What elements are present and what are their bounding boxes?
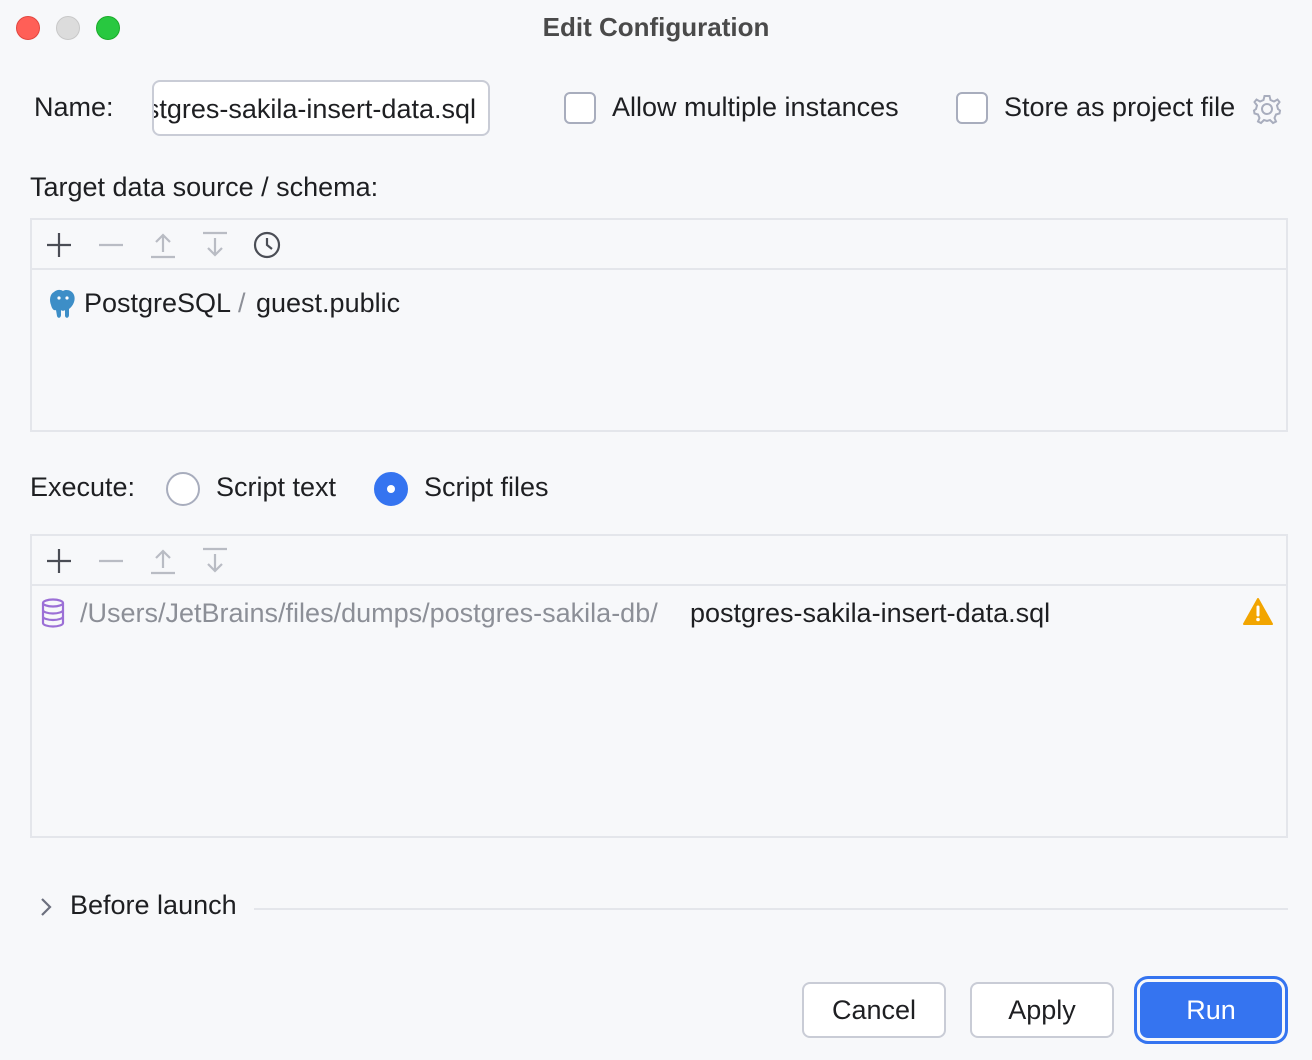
allow-multiple-instances-checkbox[interactable] bbox=[564, 92, 596, 124]
data-source-name: PostgreSQL bbox=[84, 288, 232, 318]
remove-icon[interactable] bbox=[94, 228, 128, 262]
list-item[interactable]: PostgreSQL / guest.public bbox=[32, 278, 1286, 330]
before-launch-toggle[interactable]: Before launch bbox=[70, 890, 237, 921]
move-up-icon[interactable] bbox=[146, 228, 180, 262]
store-as-project-file-checkbox[interactable] bbox=[956, 92, 988, 124]
postgresql-icon bbox=[48, 288, 78, 320]
store-as-project-file-label[interactable]: Store as project file bbox=[1004, 92, 1235, 123]
file-name: postgres-sakila-insert-data.sql bbox=[690, 598, 1051, 628]
list-item[interactable]: /Users/JetBrains/files/dumps/postgres-sa… bbox=[32, 588, 1286, 640]
target-toolbar bbox=[32, 220, 1286, 270]
file-directory: /Users/JetBrains/files/dumps/postgres-sa… bbox=[80, 598, 658, 628]
warning-icon[interactable] bbox=[1242, 596, 1274, 628]
remove-icon[interactable] bbox=[94, 544, 128, 578]
name-field[interactable] bbox=[152, 80, 490, 136]
database-icon bbox=[40, 598, 66, 628]
name-input[interactable] bbox=[154, 90, 476, 128]
edit-configuration-dialog: Edit Configuration Name: Allow multiple … bbox=[0, 0, 1312, 1060]
gear-icon[interactable] bbox=[1250, 92, 1284, 126]
move-down-icon[interactable] bbox=[198, 228, 232, 262]
window-title: Edit Configuration bbox=[542, 12, 770, 42]
run-button[interactable]: Run bbox=[1140, 982, 1282, 1038]
chevron-right-icon[interactable] bbox=[34, 894, 58, 920]
script-text-label[interactable]: Script text bbox=[216, 472, 336, 503]
title-bar: Edit Configuration bbox=[0, 0, 1312, 56]
script-files-radio[interactable] bbox=[374, 472, 408, 506]
apply-button[interactable]: Apply bbox=[970, 982, 1114, 1038]
add-icon[interactable] bbox=[42, 544, 76, 578]
history-icon[interactable] bbox=[250, 228, 284, 262]
cancel-button[interactable]: Cancel bbox=[802, 982, 946, 1038]
schema-name: guest.public bbox=[256, 288, 401, 318]
execute-label: Execute: bbox=[30, 472, 136, 502]
files-toolbar bbox=[32, 536, 1286, 586]
script-files-label[interactable]: Script files bbox=[424, 472, 549, 503]
path-separator: / bbox=[238, 288, 246, 318]
move-down-icon[interactable] bbox=[198, 544, 232, 578]
script-files-panel: /Users/JetBrains/files/dumps/postgres-sa… bbox=[30, 534, 1288, 838]
name-label: Name: bbox=[34, 92, 114, 122]
target-data-source-panel: PostgreSQL / guest.public bbox=[30, 218, 1288, 432]
move-up-icon[interactable] bbox=[146, 544, 180, 578]
allow-multiple-instances-label[interactable]: Allow multiple instances bbox=[612, 92, 899, 123]
target-data-source-label: Target data source / schema: bbox=[30, 172, 379, 202]
script-text-radio[interactable] bbox=[166, 472, 200, 506]
add-icon[interactable] bbox=[42, 228, 76, 262]
before-launch-divider bbox=[254, 908, 1288, 910]
files-list: /Users/JetBrains/files/dumps/postgres-sa… bbox=[32, 586, 1286, 836]
target-list: PostgreSQL / guest.public bbox=[32, 270, 1286, 430]
